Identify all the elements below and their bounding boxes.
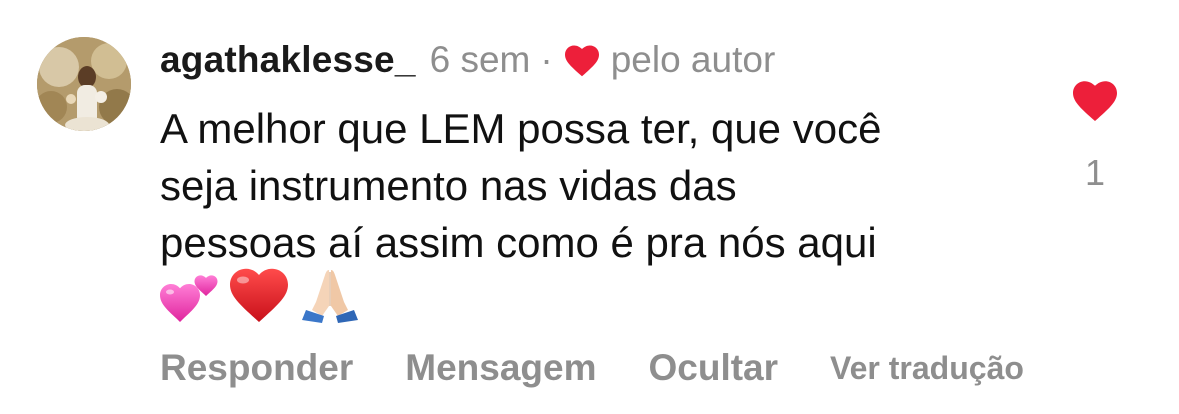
reply-button[interactable]: Responder bbox=[160, 347, 353, 389]
red-heart-icon bbox=[230, 268, 288, 322]
comment-header: agathaklesse_ 6 sem · pelo autor bbox=[160, 38, 775, 82]
comment-item: agathaklesse_ 6 sem · pelo autor A melho… bbox=[0, 0, 1179, 414]
timestamp: 6 sem bbox=[429, 39, 531, 80]
two-hearts-icon bbox=[160, 275, 218, 322]
liked-by-author-label: pelo autor bbox=[610, 39, 776, 80]
comment-actions: Responder Mensagem Ocultar Ver tradução bbox=[160, 344, 1024, 392]
avatar[interactable] bbox=[37, 37, 131, 131]
message-button[interactable]: Mensagem bbox=[405, 347, 596, 389]
username-link[interactable]: agathaklesse_ bbox=[160, 39, 416, 81]
heart-icon bbox=[564, 45, 599, 77]
see-translation-button[interactable]: Ver tradução bbox=[830, 350, 1024, 387]
emoji-row bbox=[160, 262, 370, 324]
hide-button[interactable]: Ocultar bbox=[649, 347, 779, 389]
folded-hands-icon bbox=[302, 270, 358, 323]
like-count[interactable]: 1 bbox=[1070, 152, 1120, 194]
like-heart-icon[interactable] bbox=[1070, 78, 1120, 122]
comment-text-line: seja instrumento nas vidas das bbox=[160, 162, 737, 209]
meta-separator: · bbox=[540, 39, 553, 80]
comment-text: A melhor que LEM possa ter, que você sej… bbox=[160, 100, 1040, 271]
comment-text-line: A melhor que LEM possa ter, que você bbox=[160, 105, 882, 152]
